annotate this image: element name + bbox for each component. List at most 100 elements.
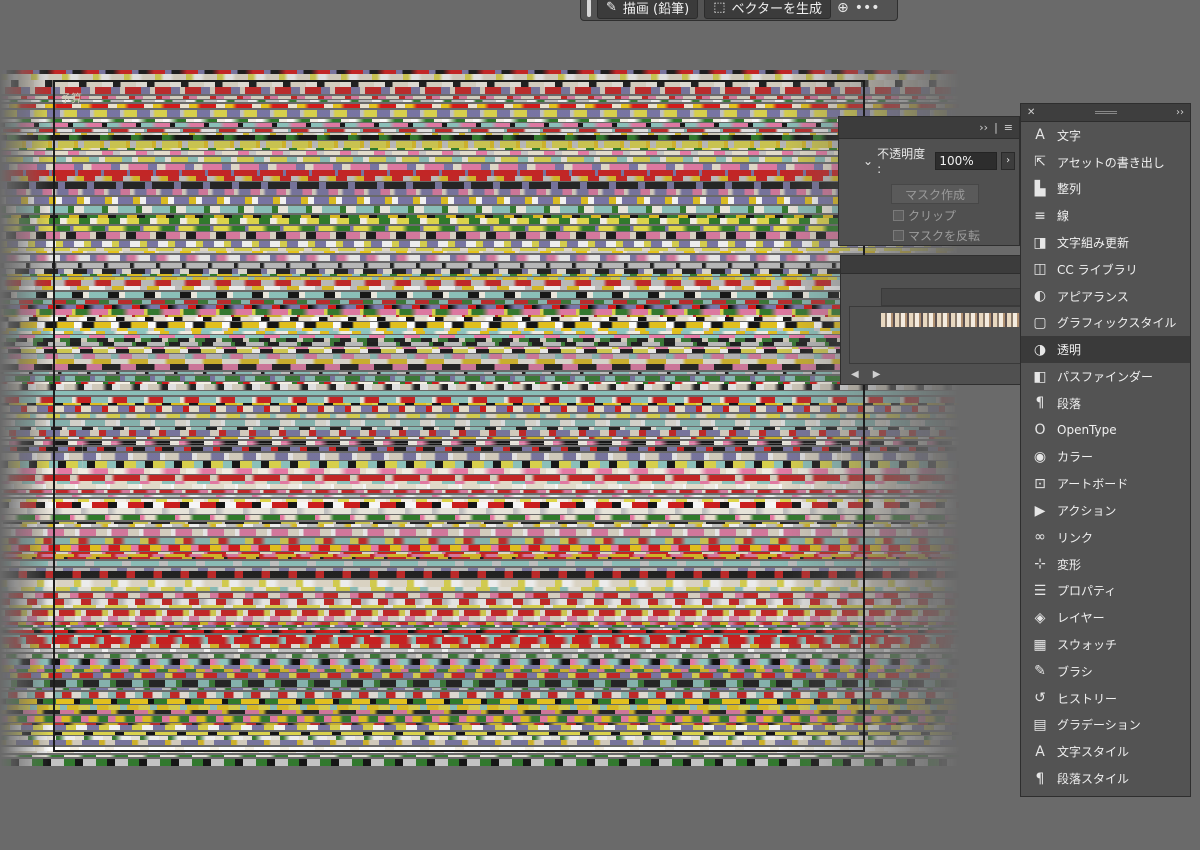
panel-dock-menu: ✕ ›› A 文字 ⇱ アセットの書き出し ▙ 整列 ≡ 線 ◨ 文字組み更新 ◫ CC ライブラリ ◐… — [1020, 103, 1191, 797]
properties-icon: ☰ — [1033, 582, 1047, 599]
library-icon: ◫ — [1033, 261, 1047, 278]
panel-menu-item[interactable]: ⊹ 変形 — [1021, 551, 1190, 578]
taskbar-grip[interactable] — [587, 0, 591, 17]
invert-mask-checkbox[interactable] — [893, 230, 904, 241]
invert-mask-option[interactable]: マスクを反転 — [839, 224, 1019, 244]
contextual-taskbar: ✎ 描画 (鉛筆) ⬚ ベクターを生成 ⊕ ••• — [580, 0, 898, 21]
panel-menu-item[interactable]: ◧ パスファインダー — [1021, 363, 1190, 390]
paragraph-icon: ¶ — [1035, 395, 1045, 412]
layers-icon: ◈ — [1034, 609, 1046, 626]
panel-menu-item-label: アクション — [1057, 504, 1117, 519]
panel-menu-item[interactable]: ◨ 文字組み更新 — [1021, 229, 1190, 256]
panel-menu-item[interactable]: ☰ プロパティ — [1021, 578, 1190, 605]
panel-menu-item-label: 整列 — [1057, 182, 1082, 197]
panel-menu-item-label: OpenType — [1057, 423, 1117, 438]
add-icon[interactable]: ⊕ — [837, 0, 849, 16]
panel-menu-item-label: ヒストリー — [1057, 691, 1118, 706]
panel-menu-item[interactable]: A 文字 — [1021, 122, 1190, 149]
panel-menu-item[interactable]: ¶ 段落スタイル — [1021, 765, 1190, 792]
panel-menu-item[interactable]: ▶ アクション — [1021, 497, 1190, 524]
type-update-icon: ◨ — [1033, 234, 1047, 251]
opacity-input[interactable] — [935, 151, 998, 170]
opacity-label: 不透明度 : — [877, 147, 926, 176]
transform-icon: ⊹ — [1034, 556, 1046, 573]
panel-menu-item[interactable]: ◑ 透明 — [1021, 336, 1190, 364]
draw-pencil-button[interactable]: ✎ 描画 (鉛筆) — [597, 0, 699, 19]
para-style-icon: ¶ — [1035, 770, 1045, 787]
clip-label: クリップ — [908, 209, 957, 223]
artboard-icon: ⊡ — [1034, 475, 1046, 492]
generate-vector-button[interactable]: ⬚ ベクターを生成 — [704, 0, 831, 19]
prev-icon[interactable]: ◀ — [851, 369, 859, 380]
panel-footer: ◀ ▶ ✕ — [841, 364, 1039, 384]
panel-menu-item-label: カラー — [1057, 450, 1094, 465]
panel-menu-icon[interactable]: ≡ — [1004, 121, 1013, 134]
opentype-icon: O — [1034, 422, 1046, 439]
pathfinder-icon: ◧ — [1033, 368, 1047, 385]
panel-menu-item[interactable]: ◉ カラー — [1021, 444, 1190, 471]
swatch-strip[interactable] — [881, 313, 1031, 327]
panel-menu-item-label: グラデーション — [1057, 718, 1141, 733]
collapse-icon[interactable]: ›› — [979, 121, 988, 134]
generate-vector-icon: ⬚ — [713, 0, 726, 15]
gradient-icon: ▤ — [1033, 716, 1047, 733]
ghost-textbox — [82, 443, 842, 469]
clip-option[interactable]: クリップ — [839, 204, 1019, 224]
draw-pencil-label: 描画 (鉛筆) — [622, 2, 690, 17]
panel-menu-list: A 文字 ⇱ アセットの書き出し ▙ 整列 ≡ 線 ◨ 文字組み更新 ◫ CC ライブラリ ◐ アピアラン… — [1021, 122, 1190, 792]
panel-menu-item-label: アートボード — [1057, 477, 1129, 492]
color-icon: ◉ — [1033, 448, 1047, 465]
panel-menu-item-label: リンク — [1057, 530, 1094, 545]
panel-menu-item-label: アセットの書き出し — [1057, 155, 1165, 170]
panel-menu-item[interactable]: ¶ 段落 — [1021, 390, 1190, 417]
panel-menu-item-label: 変形 — [1057, 557, 1082, 572]
char-style-icon: A — [1035, 743, 1045, 760]
panel-menu-item[interactable]: ▦ スウォッチ — [1021, 631, 1190, 658]
link-icon: ∞ — [1034, 529, 1046, 546]
play-icon: ▶ — [1034, 502, 1046, 519]
transparency-icon: ◑ — [1033, 341, 1047, 358]
clip-checkbox[interactable] — [893, 210, 904, 221]
panel-menu-item-label: 文字 — [1057, 128, 1082, 143]
panel-menu-item[interactable]: ⇱ アセットの書き出し — [1021, 149, 1190, 176]
panel-menu-item-label: アピアランス — [1057, 289, 1129, 304]
next-icon[interactable]: ▶ — [873, 369, 881, 380]
panel-search-field[interactable] — [881, 288, 1035, 306]
panel-menu-item[interactable]: ▙ 整列 — [1021, 176, 1190, 203]
opacity-stepper[interactable]: › — [1001, 151, 1015, 170]
panel-menu-item-label: 段落スタイル — [1057, 772, 1130, 787]
make-mask-button[interactable]: マスク作成 — [891, 184, 979, 204]
panel-menu-item-label: スウォッチ — [1057, 638, 1118, 653]
opacity-row: ⌄ 不透明度 : › — [839, 139, 1019, 176]
panel-menu-item[interactable]: ◐ アピアランス — [1021, 283, 1190, 310]
brush-icon: ✎ — [1034, 663, 1046, 680]
panel-menu-item[interactable]: ▢ グラフィックスタイル — [1021, 310, 1190, 337]
close-icon[interactable]: ✕ — [1027, 107, 1035, 118]
floating-panel: ≡ ◀ ▶ ✕ — [840, 255, 1040, 385]
expand-icon[interactable]: ›› — [1176, 107, 1184, 118]
panel-menu-item-label: 透明 — [1057, 343, 1082, 358]
more-options-icon[interactable]: ••• — [855, 0, 880, 16]
panel-menu-item[interactable]: ◫ CC ライブラリ — [1021, 256, 1190, 283]
panel-menu-item[interactable]: ▤ グラデーション — [1021, 712, 1190, 739]
panel-menu-item-label: 段落 — [1057, 396, 1082, 411]
panel-menu-item[interactable]: A 文字スタイル — [1021, 738, 1190, 765]
panel-menu-item-label: 線 — [1057, 209, 1070, 224]
panel-menu-item[interactable]: ∞ リンク — [1021, 524, 1190, 551]
type-icon: A — [1035, 127, 1045, 144]
panel-menu-item[interactable]: ↺ ヒストリー — [1021, 685, 1190, 712]
graphic-style-icon: ▢ — [1033, 314, 1047, 331]
artboard-name: 予算 — [60, 92, 82, 105]
panel-menu-item[interactable]: ◈ レイヤー — [1021, 604, 1190, 631]
transparency-panel-header: ›› | ≡ — [839, 117, 1019, 139]
panel-menu-item[interactable]: ✎ ブラシ — [1021, 658, 1190, 685]
appearance-icon: ◐ — [1033, 288, 1047, 305]
panel-menu-item[interactable]: ≡ 線 — [1021, 202, 1190, 229]
panel-menu-item-label: レイヤー — [1057, 611, 1105, 626]
panel-menu-item[interactable]: O OpenType — [1021, 417, 1190, 444]
blend-dropdown-icon[interactable]: ⌄ — [863, 154, 873, 168]
panel-menu-item[interactable]: ⊡ アートボード — [1021, 470, 1190, 497]
invert-mask-label: マスクを反転 — [908, 229, 981, 243]
dock-grip[interactable] — [1094, 111, 1117, 114]
panel-menu-item-label: CC ライブラリ — [1057, 262, 1138, 277]
